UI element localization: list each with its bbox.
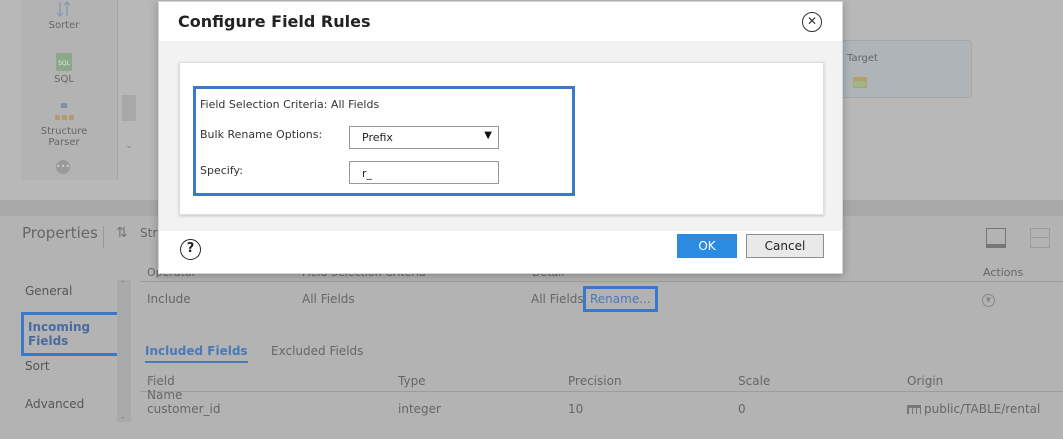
table-row[interactable]: customer_id integer 10 0 public/TABLE/re…: [140, 402, 1063, 422]
properties-side-nav: General Incoming Fields Sort Advanced: [18, 276, 130, 426]
svg-text:SQL: SQL: [58, 60, 71, 67]
column-header-precision[interactable]: Precision: [568, 374, 622, 388]
chevron-up-icon[interactable]: ⌃: [119, 280, 127, 290]
palette-item-structure-parser[interactable]: Structure Parser: [22, 102, 106, 148]
sorter-icon: [56, 0, 71, 18]
palette-item-label: Structure Parser: [40, 126, 88, 148]
specify-input[interactable]: r_: [349, 161, 499, 184]
transformation-name: Str: [140, 226, 158, 240]
caret-down-icon: ▼: [484, 130, 492, 141]
table-icon: [907, 405, 921, 414]
cancel-button[interactable]: Cancel: [746, 234, 824, 258]
ok-button[interactable]: OK: [677, 234, 737, 258]
rename-options-group: Field Selection Criteria: All Fields Bul…: [193, 86, 575, 196]
close-icon[interactable]: ✕: [802, 12, 822, 32]
dock-panel-icon[interactable]: [986, 228, 1006, 248]
transformation-palette: Sorter SQL SQL Structure Parser ⌄ •••: [22, 0, 136, 180]
specify-label: Specify:: [200, 164, 243, 177]
column-header-actions: Actions: [983, 266, 1024, 279]
rules-card: Field Selection Criteria: All Fields Bul…: [179, 62, 824, 215]
nav-item-advanced[interactable]: Advanced: [25, 397, 84, 411]
fields-table-header: Field Name ▲ Type Precision Scale Origin: [140, 372, 1063, 402]
target-table-icon: [853, 77, 867, 88]
chevron-down-icon[interactable]: ▼: [982, 294, 995, 307]
column-header-type[interactable]: Type: [398, 374, 426, 388]
palette-scrollbar[interactable]: [122, 95, 136, 121]
chevron-down-icon[interactable]: ⌄: [125, 140, 133, 151]
tab-included-fields[interactable]: Included Fields: [145, 344, 248, 363]
field-type-cell: integer: [398, 402, 441, 416]
nav-scrollbar[interactable]: ⌃ ⌄: [117, 280, 131, 422]
dialog-body: Field Selection Criteria: All Fields Bul…: [159, 41, 842, 231]
palette-item-label: SQL: [54, 74, 74, 85]
field-scale-cell: 0: [738, 402, 746, 416]
configure-field-rules-dialog: Configure Field Rules ✕ Field Selection …: [158, 1, 843, 274]
bulk-rename-label: Bulk Rename Options:: [200, 128, 323, 141]
field-selection-criteria: Field Selection Criteria: All Fields: [200, 98, 380, 111]
nav-item-incoming-fields[interactable]: Incoming Fields: [21, 312, 130, 356]
palette-item-label: Sorter: [48, 20, 80, 31]
divider: [103, 226, 104, 248]
field-name-cell: customer_id: [147, 402, 221, 416]
structure-parser-icon: [55, 103, 74, 120]
rename-link[interactable]: Rename...: [583, 286, 658, 312]
chevron-down-icon[interactable]: ⌄: [119, 412, 127, 422]
column-header-origin[interactable]: Origin: [907, 374, 943, 388]
rule-criteria: All Fields: [302, 292, 355, 306]
help-icon[interactable]: ?: [180, 239, 201, 260]
target-node-label: Target: [847, 53, 878, 64]
bulk-rename-value: Prefix: [362, 131, 393, 144]
target-node[interactable]: Target: [838, 40, 972, 98]
sort-asc-icon: ▲: [147, 374, 153, 382]
nav-item-general[interactable]: General: [25, 284, 72, 298]
palette-item-sorter[interactable]: Sorter: [22, 0, 106, 31]
split-panel-icon[interactable]: [1030, 228, 1050, 248]
dialog-header: Configure Field Rules ✕: [159, 2, 842, 41]
sorter-icon: ⇅: [116, 225, 128, 241]
nav-item-sort[interactable]: Sort: [25, 359, 50, 373]
field-precision-cell: 10: [568, 402, 584, 416]
bulk-rename-select[interactable]: Prefix ▼: [349, 126, 499, 149]
sql-icon: SQL: [56, 53, 72, 71]
properties-title: Properties: [22, 224, 98, 242]
field-rule-row[interactable]: Include All Fields All Fields Rename... …: [140, 286, 1063, 312]
rule-detail: All Fields: [531, 292, 584, 306]
tab-excluded-fields[interactable]: Excluded Fields: [271, 344, 363, 358]
column-header-scale[interactable]: Scale: [738, 374, 770, 388]
dialog-title: Configure Field Rules: [178, 12, 371, 31]
field-origin-cell: public/TABLE/rental: [907, 402, 1040, 416]
palette-item-sql[interactable]: SQL SQL: [22, 52, 106, 85]
rule-operator: Include: [147, 292, 191, 306]
more-icon[interactable]: •••: [56, 160, 70, 174]
